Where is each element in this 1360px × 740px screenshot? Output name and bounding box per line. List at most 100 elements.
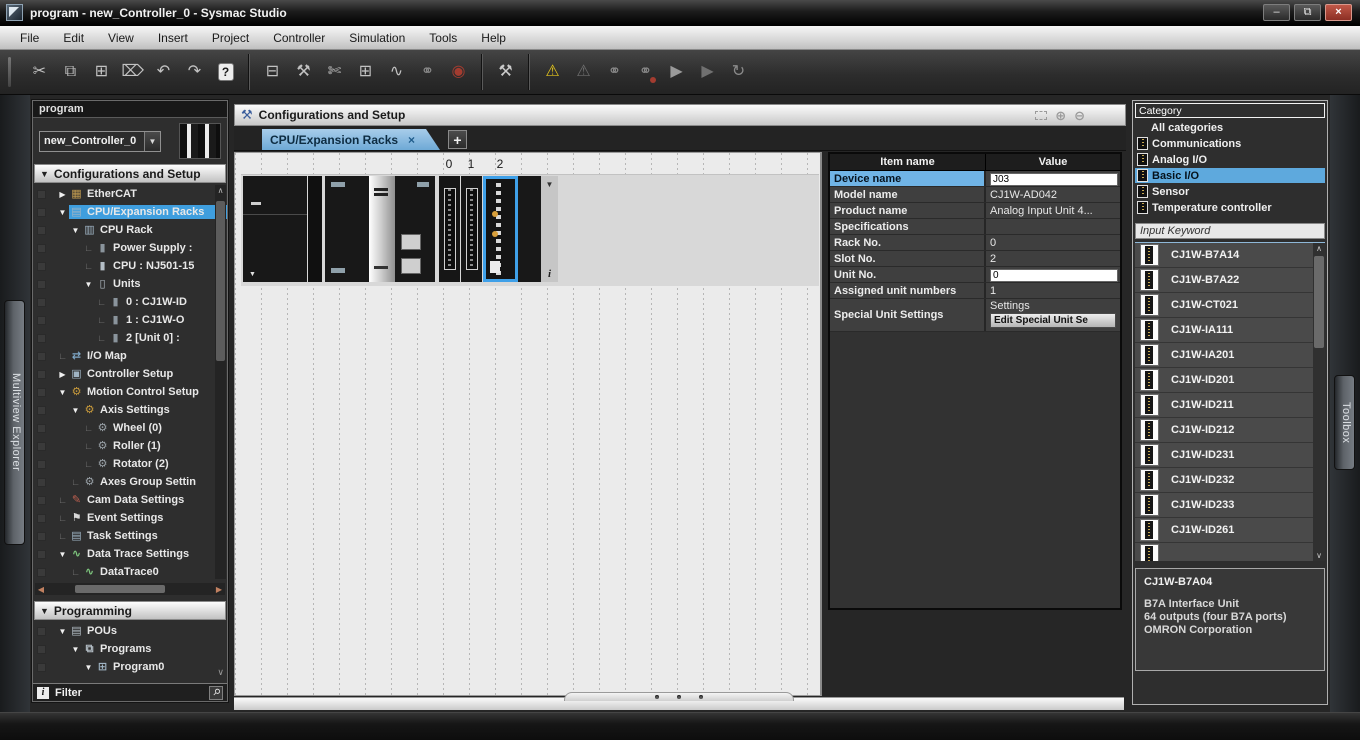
property-name[interactable]: Rack No. xyxy=(830,235,986,250)
value-input[interactable]: J03 xyxy=(990,173,1118,186)
category-basic-i-o[interactable]: Basic I/O xyxy=(1135,168,1325,183)
menu-view[interactable]: View xyxy=(96,28,146,48)
slot-unit-0[interactable] xyxy=(439,176,460,282)
splitter-grip[interactable] xyxy=(564,692,794,701)
expander-closed-icon[interactable]: ▶ xyxy=(56,190,69,199)
run-icon[interactable]: ▶ xyxy=(662,58,691,87)
scrollbar-thumb[interactable] xyxy=(216,201,225,361)
menu-edit[interactable]: Edit xyxy=(51,28,96,48)
tree-item-wheel-0[interactable]: ∟⚙Wheel (0) xyxy=(33,419,227,437)
close-button[interactable]: × xyxy=(1325,4,1352,21)
menu-insert[interactable]: Insert xyxy=(146,28,200,48)
tree-item-cpu-expansion-racks[interactable]: ▼▤CPU/Expansion Racks xyxy=(33,203,227,221)
model-item-cj1w-b7a14[interactable]: CJ1W-B7A14 xyxy=(1135,243,1325,268)
reset-loop-icon[interactable]: ↻ xyxy=(724,58,753,87)
expander-open-icon[interactable]: ▼ xyxy=(56,208,69,217)
property-name[interactable]: Product name xyxy=(830,203,986,218)
chevron-down-icon[interactable]: ▼ xyxy=(144,132,160,151)
tree-item-axes-group-settin[interactable]: ∟⚙Axes Group Settin xyxy=(33,473,227,491)
model-list-scrollbar[interactable]: ∧ ∨ xyxy=(1313,243,1325,561)
property-name[interactable]: Assigned unit numbers xyxy=(830,283,986,298)
tree-item-datatrace0[interactable]: ∟∿DataTrace0 xyxy=(33,563,227,581)
menu-controller[interactable]: Controller xyxy=(261,28,337,48)
scrollbar-thumb[interactable] xyxy=(1314,256,1324,348)
restore-button[interactable]: ⧉ xyxy=(1294,4,1321,21)
zoom-fit-icon[interactable] xyxy=(1035,109,1047,122)
multiview-explorer-tab[interactable]: Multiview Explorer xyxy=(4,300,25,545)
scroll-up-icon[interactable]: ∧ xyxy=(1313,244,1325,253)
model-item-cj1w-id212[interactable]: CJ1W-ID212 xyxy=(1135,418,1325,443)
wrench-icon[interactable]: ⚒ xyxy=(289,58,318,87)
stop-monitor-icon[interactable]: ⚭ xyxy=(631,58,660,87)
scrollbar-thumb[interactable] xyxy=(75,585,165,593)
scroll-left-icon[interactable]: ◀ xyxy=(35,585,47,594)
expander-open-icon[interactable]: ▼ xyxy=(56,627,69,636)
explorer-horizontal-scrollbar[interactable]: ◀ ▶ xyxy=(35,583,225,595)
power-supply-unit[interactable] xyxy=(243,176,307,282)
tree-item-cpu-rack[interactable]: ▼▥CPU Rack xyxy=(33,221,227,239)
filter-bar[interactable]: i Filter ⚲ xyxy=(33,683,227,701)
search-binoculars-icon[interactable]: ⚭ xyxy=(413,58,442,87)
pin-icon[interactable]: ⚲ xyxy=(209,686,223,700)
zoom-in-icon[interactable]: ⊕ xyxy=(1055,109,1066,122)
tree-item-cpu-nj501-15[interactable]: ∟▮CPU : NJ501-15 xyxy=(33,257,227,275)
tree-item-power-supply[interactable]: ∟▮Power Supply : xyxy=(33,239,227,257)
close-icon[interactable]: × xyxy=(408,133,415,147)
collapse-arrow-icon[interactable]: ▼ xyxy=(40,606,49,616)
model-item-cj1w-ia201[interactable]: CJ1W-IA201 xyxy=(1135,343,1325,368)
delete-icon[interactable]: ⌦ xyxy=(118,58,147,87)
rebuild-warning-icon[interactable]: ⚠ xyxy=(538,58,567,87)
rack-canvas[interactable]: 012 xyxy=(234,152,822,696)
paste-icon[interactable]: ⊞ xyxy=(87,58,116,87)
tree-item-0-cj1w-id[interactable]: ∟▮0 : CJ1W-ID xyxy=(33,293,227,311)
minimize-button[interactable]: – xyxy=(1263,4,1290,21)
section-programming[interactable]: ▼ Programming xyxy=(34,601,226,620)
redo-icon[interactable]: ↷ xyxy=(180,58,209,87)
model-item-cj1w-id211[interactable]: CJ1W-ID211 xyxy=(1135,393,1325,418)
value-input[interactable]: 0 xyxy=(990,269,1118,282)
model-item[interactable] xyxy=(1135,543,1325,561)
watch-window-icon[interactable]: ⊞ xyxy=(351,58,380,87)
menu-file[interactable]: File xyxy=(8,28,51,48)
menu-tools[interactable]: Tools xyxy=(417,28,469,48)
tree-item-controller-setup[interactable]: ▶▣Controller Setup xyxy=(33,365,227,383)
expander-open-icon[interactable]: ▼ xyxy=(56,388,69,397)
tree-item-cam-data-settings[interactable]: ∟✎Cam Data Settings xyxy=(33,491,227,509)
expander-open-icon[interactable]: ▼ xyxy=(69,645,82,654)
model-item-cj1w-ct021[interactable]: CJ1W-CT021 xyxy=(1135,293,1325,318)
scroll-down-icon[interactable]: ∨ xyxy=(1313,551,1325,560)
info-icon[interactable]: i xyxy=(541,268,558,280)
property-name[interactable]: Specifications xyxy=(830,219,986,234)
tree-item-motion-control-setup[interactable]: ▼⚙Motion Control Setup xyxy=(33,383,227,401)
add-tab-button[interactable]: + xyxy=(448,130,467,149)
window-arrange-icon[interactable]: ⊟ xyxy=(258,58,287,87)
search-input[interactable]: Input Keyword xyxy=(1135,223,1325,239)
toolbox-tab[interactable]: Toolbox xyxy=(1334,375,1355,470)
scroll-right-icon[interactable]: ▶ xyxy=(213,585,225,594)
tree-item-ethercat[interactable]: ▶▦EtherCAT xyxy=(33,185,227,203)
collapse-arrow-icon[interactable]: ▼ xyxy=(40,169,49,179)
expander-open-icon[interactable]: ▼ xyxy=(69,226,82,235)
slot-unit-1[interactable] xyxy=(461,176,482,282)
property-name[interactable]: Unit No. xyxy=(830,267,986,282)
expander-open-icon[interactable]: ▼ xyxy=(69,406,82,415)
zoom-out-icon[interactable]: ⊖ xyxy=(1074,109,1085,122)
model-item-cj1w-id201[interactable]: CJ1W-ID201 xyxy=(1135,368,1325,393)
model-item-cj1w-id261[interactable]: CJ1W-ID261 xyxy=(1135,518,1325,543)
canvas-horizontal-scrollbar[interactable] xyxy=(234,697,1124,710)
abort-build-icon[interactable]: ⚠ xyxy=(569,58,598,87)
edit-special-unit-settings-button[interactable]: Edit Special Unit Se xyxy=(990,313,1116,328)
model-item-cj1w-id233[interactable]: CJ1W-ID233 xyxy=(1135,493,1325,518)
tree-item-pous[interactable]: ▼▤POUs xyxy=(33,622,227,640)
help-icon[interactable]: ? xyxy=(211,58,240,87)
menu-help[interactable]: Help xyxy=(469,28,518,48)
tree-item-units[interactable]: ▼▯Units xyxy=(33,275,227,293)
property-name[interactable]: Model name xyxy=(830,187,986,202)
tree-item-i-o-map[interactable]: ∟⇄I/O Map xyxy=(33,347,227,365)
cpu-unit[interactable] xyxy=(325,176,369,282)
tree-item-task-settings[interactable]: ∟▤Task Settings xyxy=(33,527,227,545)
model-item-cj1w-ia111[interactable]: CJ1W-IA111 xyxy=(1135,318,1325,343)
port-unit[interactable] xyxy=(395,176,435,282)
category-temperature-controller[interactable]: Temperature controller xyxy=(1135,200,1325,215)
tree-item-data-trace-settings[interactable]: ▼∿Data Trace Settings xyxy=(33,545,227,563)
